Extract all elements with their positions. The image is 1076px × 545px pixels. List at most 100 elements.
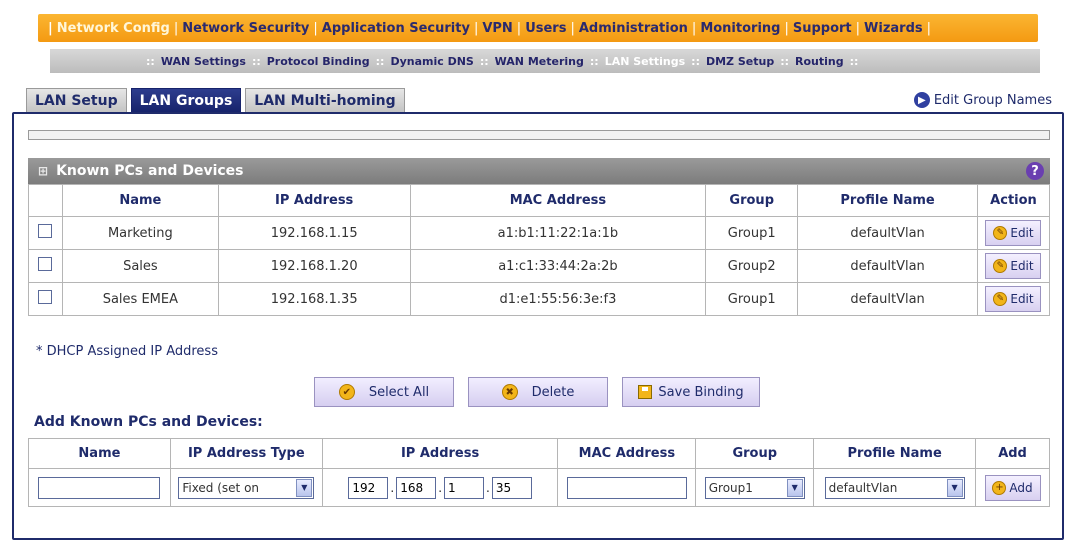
profile-select[interactable]: defaultVlan ▼ <box>824 476 965 499</box>
tab-lan-groups[interactable]: LAN Groups <box>130 88 242 112</box>
mac-address-input[interactable] <box>566 476 687 499</box>
col-group: Group <box>705 184 799 217</box>
known-section-header: ⊞ Known PCs and Devices ? <box>28 158 1050 184</box>
nav-wizards[interactable]: Wizards <box>864 21 923 36</box>
ip-type-select[interactable]: Fixed (set on ▼ <box>178 476 315 499</box>
message-bar <box>28 130 1050 140</box>
nav-users[interactable]: Users <box>525 21 566 36</box>
add-profile-cell: defaultVlan ▼ <box>813 468 977 507</box>
row-profile: defaultVlan <box>797 216 978 250</box>
tab-lan-multi-homing[interactable]: LAN Multi-homing <box>245 88 405 112</box>
add-device-table: Name IP Address Type IP Address MAC Addr… <box>28 438 1050 507</box>
row-action-cell: ✎ Edit <box>976 216 1051 250</box>
nav-monitoring[interactable]: Monitoring <box>700 21 780 36</box>
dhcp-note: * DHCP Assigned IP Address <box>36 344 218 359</box>
help-icon[interactable]: ? <box>1026 162 1044 180</box>
delete-label: Delete <box>531 384 575 400</box>
subnav-separator: :: <box>691 54 700 68</box>
profile-value: defaultVlan <box>828 480 898 495</box>
row-mac: d1:e1:55:56:3e:f3 <box>409 282 707 316</box>
subnav-dmz-setup[interactable]: DMZ Setup <box>706 55 774 68</box>
pencil-icon: ✎ <box>993 292 1008 306</box>
row-action-cell: ✎ Edit <box>976 282 1051 316</box>
subnav-separator: :: <box>849 54 859 68</box>
tab-lan-setup[interactable]: LAN Setup <box>26 88 127 112</box>
row-checkbox[interactable] <box>38 257 53 271</box>
nav-separator: | <box>570 20 575 36</box>
table-header-row: Name IP Address Type IP Address MAC Addr… <box>28 438 1050 469</box>
row-group: Group2 <box>705 249 799 283</box>
row-group: Group1 <box>705 282 799 316</box>
add-mac-cell <box>557 468 697 507</box>
row-checkbox[interactable] <box>38 224 53 238</box>
row-select-cell <box>28 216 63 250</box>
nav-application-security[interactable]: Application Security <box>322 21 470 36</box>
ip-dot: . <box>390 480 395 495</box>
ip-octet-4-input[interactable] <box>491 476 532 499</box>
table-header-row: Name IP Address MAC Address Group Profil… <box>28 184 1051 217</box>
ip-octet-3-input[interactable] <box>444 476 485 499</box>
table-row: Sales EMEA 192.168.1.35 d1:e1:55:56:3e:f… <box>28 282 1051 316</box>
delete-x-icon: ✖ <box>501 384 518 400</box>
sub-nav: :: WAN Settings :: Protocol Binding :: D… <box>50 49 1040 73</box>
add-col-mac-address: MAC Address <box>557 438 697 469</box>
group-select[interactable]: Group1 ▼ <box>704 476 805 499</box>
row-checkbox[interactable] <box>38 290 53 304</box>
subnav-separator: :: <box>479 54 489 68</box>
grid-icon: ⊞ <box>38 164 49 178</box>
nav-network-security[interactable]: Network Security <box>182 21 309 36</box>
save-binding-button[interactable]: Save Binding <box>622 377 760 407</box>
subnav-wan-metering[interactable]: WAN Metering <box>495 55 584 68</box>
nav-administration[interactable]: Administration <box>579 21 688 36</box>
subnav-separator: :: <box>146 54 155 68</box>
save-disk-icon <box>638 385 653 399</box>
ip-octet-1-input[interactable] <box>348 476 389 499</box>
row-ip: 192.168.1.15 <box>217 216 411 250</box>
edit-group-names-link[interactable]: ▶ Edit Group Names <box>913 90 1052 110</box>
arrow-right-icon: ▶ <box>913 92 930 108</box>
edit-group-names-label: Edit Group Names <box>933 92 1052 108</box>
tab-bar: LAN Setup LAN Groups LAN Multi-homing <box>26 88 409 112</box>
add-button[interactable]: + Add <box>984 474 1041 501</box>
edit-button-label: Edit <box>1010 292 1034 306</box>
subnav-lan-settings[interactable]: LAN Settings <box>605 55 685 68</box>
select-all-button[interactable]: ✔ Select All <box>314 377 454 407</box>
row-select-cell <box>28 249 63 283</box>
plus-icon: + <box>992 480 1007 495</box>
group-value: Group1 <box>708 480 753 495</box>
nav-separator: | <box>173 20 179 36</box>
save-binding-label: Save Binding <box>658 384 744 400</box>
subnav-dynamic-dns[interactable]: Dynamic DNS <box>390 55 473 68</box>
row-mac: a1:c1:33:44:2a:2b <box>409 249 707 283</box>
nav-vpn[interactable]: VPN <box>482 21 512 36</box>
name-input[interactable] <box>38 476 161 499</box>
row-mac: a1:b1:11:22:1a:1b <box>409 216 707 250</box>
subnav-separator: :: <box>780 54 790 68</box>
delete-button[interactable]: ✖ Delete <box>468 377 608 407</box>
add-col-ip-type: IP Address Type <box>169 438 323 469</box>
ip-address-input-group: . . . <box>348 476 532 499</box>
nav-support[interactable]: Support <box>793 21 852 36</box>
edit-button-label: Edit <box>1010 226 1034 240</box>
check-icon: ✔ <box>338 384 355 400</box>
col-mac-address: MAC Address <box>409 184 707 217</box>
ip-octet-2-input[interactable] <box>396 476 437 499</box>
edit-button[interactable]: ✎ Edit <box>985 286 1042 312</box>
pencil-icon: ✎ <box>993 226 1008 240</box>
nav-separator: | <box>48 20 53 36</box>
row-name: Sales EMEA <box>61 282 219 316</box>
edit-button[interactable]: ✎ Edit <box>985 220 1042 246</box>
nav-separator: | <box>691 20 697 36</box>
row-profile: defaultVlan <box>797 249 978 283</box>
subnav-protocol-binding[interactable]: Protocol Binding <box>267 55 370 68</box>
col-select <box>28 184 63 217</box>
subnav-routing[interactable]: Routing <box>795 55 844 68</box>
top-nav: | Network Config | Network Security | Ap… <box>38 14 1038 42</box>
edit-button[interactable]: ✎ Edit <box>985 253 1042 279</box>
add-section-title: Add Known PCs and Devices: <box>34 414 263 430</box>
nav-network-config[interactable]: Network Config <box>57 21 170 36</box>
ip-dot: . <box>438 480 443 495</box>
subnav-wan-settings[interactable]: WAN Settings <box>161 55 246 68</box>
chevron-down-icon: ▼ <box>786 478 803 497</box>
row-action-cell: ✎ Edit <box>976 249 1051 283</box>
